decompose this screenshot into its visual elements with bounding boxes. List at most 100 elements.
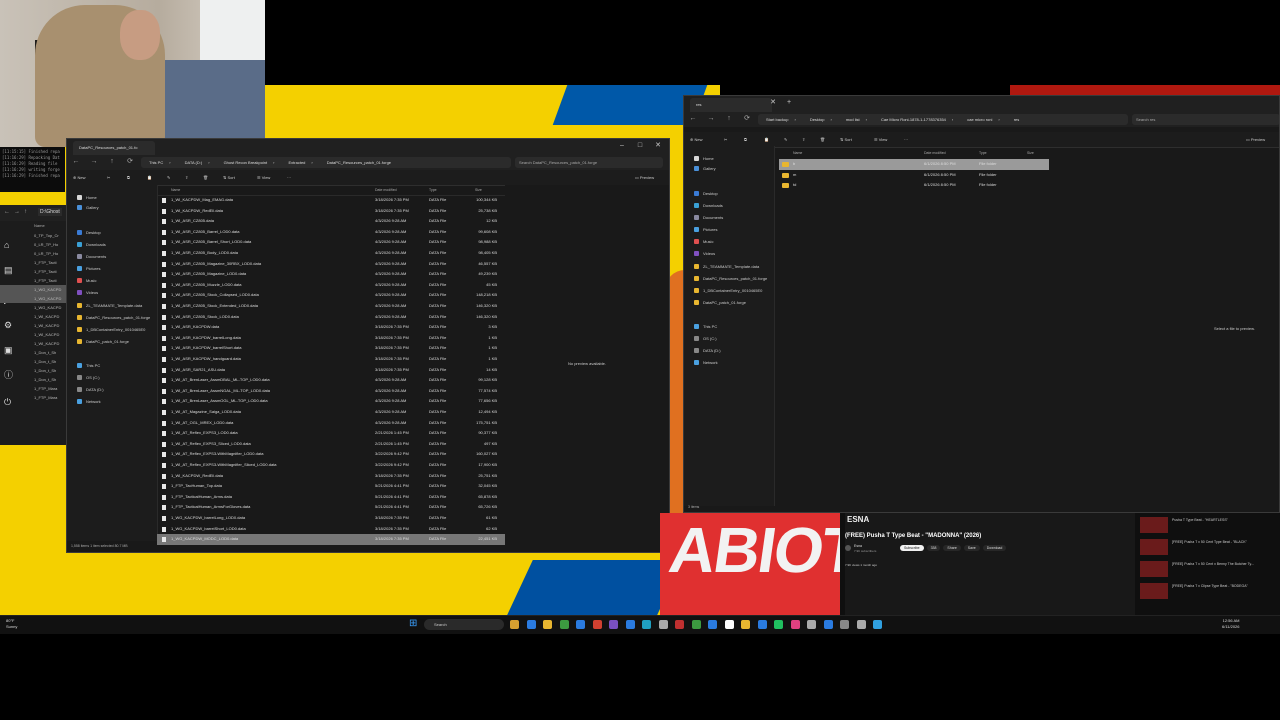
sidebar-item[interactable]: This PC (67, 361, 157, 371)
breadcrumb-item[interactable]: DataPC_Resources_patch_01.forge (327, 157, 391, 168)
app-icon[interactable] (823, 620, 833, 629)
view-button[interactable]: ☰ View (257, 173, 270, 182)
table-row[interactable]: 1_WI_ASR_CZ805_Magazine_LOD0.data 4/3/202… (157, 269, 505, 280)
table-row[interactable]: 1_WG_KACPDW_barrelShort_LOD0.data 3/18/20… (157, 524, 505, 535)
list-item[interactable]: 1_WI_KACPD (0, 330, 66, 339)
sidebar-item[interactable]: 1_DBContainerEntry_0010465E0 (67, 325, 157, 335)
breadcrumb[interactable]: This PC › DATA (D:) › Ghost Recon Breakpoint… (141, 157, 511, 168)
table-row[interactable]: 1_FTP_TacticalHuman_ArmsForGloves.data 5/… (157, 502, 505, 513)
list-item[interactable]: 1_Don_t_Sh (0, 348, 66, 357)
rename-icon[interactable]: ✎ (784, 135, 787, 144)
paste-icon[interactable]: 📋 (147, 173, 152, 182)
search-input[interactable]: Search DataPC_Resources_patch_01.forge (515, 157, 663, 168)
list-item[interactable]: 1_Don_t_Sh (0, 366, 66, 375)
column-name[interactable]: Name (34, 223, 45, 228)
column-date[interactable]: Date modified (924, 148, 946, 158)
breadcrumb-item[interactable]: This PC (149, 157, 163, 168)
column-size[interactable]: Size (1027, 148, 1034, 158)
list-item[interactable]: 1_WI_KACPD (0, 339, 66, 348)
app-icon[interactable] (856, 620, 866, 629)
app-icon[interactable] (543, 620, 552, 629)
suggested-video[interactable]: [FREE] Pusha T x Clipse Type Beat - "BOD… (1138, 581, 1278, 601)
breadcrumb-item[interactable]: Extracted (289, 157, 306, 168)
table-row[interactable]: 1_WI_AT_Reflex_EXPS3_Sliced_LOD0.data 2/2… (157, 439, 505, 450)
column-date[interactable]: Date modified (375, 185, 397, 195)
suggested-video[interactable]: [FREE] Pusha T x 50 Cent x Benny The But… (1138, 559, 1278, 579)
app-icon[interactable] (840, 620, 849, 629)
sidebar-item[interactable]: Home (67, 193, 157, 203)
sidebar-item[interactable]: DataPC_Resources_patch_01.forge (684, 274, 774, 284)
sidebar-item[interactable]: Downloads (67, 240, 157, 250)
sidebar-item[interactable]: Documents (684, 213, 774, 223)
preview-button[interactable]: ▭ Preview (635, 173, 654, 182)
app-icon[interactable] (576, 620, 585, 629)
app-icon[interactable] (609, 620, 618, 629)
app-icon[interactable] (526, 620, 536, 629)
clock[interactable]: 12:56 AM 6/11/2026 (1222, 618, 1240, 630)
sidebar-item[interactable]: OS (C:) (684, 334, 774, 344)
sidebar-item[interactable]: ZL_TEAMMATE_Template.data (684, 262, 774, 272)
copy-icon[interactable]: ⧉ (744, 135, 747, 144)
breadcrumb-item[interactable]: Cae Micro Roni-1878-1-1778376354 (881, 114, 946, 125)
sidebar-item[interactable]: Documents (67, 252, 157, 262)
forward-icon[interactable]: → (706, 114, 716, 124)
share-icon[interactable]: ⇪ (802, 135, 805, 144)
table-row[interactable]: 1_WI_AT_Reflex_EXPS3_LOD0.data 2/21/2026 … (157, 428, 505, 439)
refresh-icon[interactable]: ⟳ (742, 114, 752, 124)
table-row[interactable]: 1_WI_ASR_CZ805_Stock_Extended_LOD0.data 4… (157, 301, 505, 312)
sidebar-item[interactable]: 1_DBContainerEntry_0010465E0 (684, 286, 774, 296)
app-icon[interactable] (592, 620, 602, 629)
table-row[interactable]: 1_WG_KACPDW_barrelLong_LOD0.data 3/18/202… (157, 513, 505, 524)
main-file-explorer[interactable]: DataPC_Resources_patch_01.fo – □ ✕ ← → ↑… (66, 138, 670, 553)
table-row[interactable]: td 6/1/2026 8:50 PM File folder (779, 180, 1049, 191)
channel-name[interactable]: Esna (854, 544, 862, 548)
table-row[interactable]: 1_WI_ASR_SAR21_ASU.data 3/18/2026 7:35 PM… (157, 365, 505, 376)
table-row[interactable]: 1_WI_AT_Reflex_EXPS3-WithMagnifier_LOD0.… (157, 449, 505, 460)
sidebar-item[interactable]: Desktop (684, 189, 774, 199)
minimize-icon[interactable]: – (613, 139, 631, 153)
sidebar-item[interactable]: DataPC_Resources_patch_01.forge (67, 313, 157, 323)
table-row[interactable]: 1_WI_ASR_CZ805_Barrel_Short_LOD0.data 4/3… (157, 237, 505, 248)
list-item[interactable]: 1_FTP_Mara (0, 384, 66, 393)
sidebar-item[interactable]: DATA (D:) (684, 346, 774, 356)
yt-button[interactable]: Share (943, 545, 961, 551)
sort-button[interactable]: ⇅ Sort (840, 135, 852, 144)
table-row[interactable]: 1_FTP_TacticalHuman_Arms.data 5/21/2026 4… (157, 492, 505, 503)
table-row[interactable]: b 6/1/2026 8:50 PM File folder (779, 159, 1049, 170)
breadcrumb-item[interactable]: Start backup (766, 114, 788, 125)
windows-start-icon[interactable]: ⊞ (409, 619, 419, 629)
rename-icon[interactable]: ✎ (167, 173, 170, 182)
forward-icon[interactable]: → (14, 209, 20, 215)
weather-widget[interactable]: 80°F Sunny (6, 618, 17, 630)
breadcrumb-item[interactable]: res (1014, 114, 1020, 125)
list-item[interactable]: 1_FTP_Tacti (0, 276, 66, 285)
table-row[interactable]: 1_WI_ASR_KACPDW_handguard.data 3/18/2026 … (157, 354, 505, 365)
yt-button[interactable]: 338 (926, 545, 941, 551)
app-icon[interactable] (873, 620, 882, 629)
sort-button[interactable]: ⇅ Sort (223, 173, 235, 182)
app-icon[interactable] (510, 620, 519, 629)
column-type[interactable]: Type (979, 148, 987, 158)
table-row[interactable]: 1_WI_AT_BrenLaser_AssmNGAL_ML-TOP_LOD0.d… (157, 386, 505, 397)
share-icon[interactable]: ⇪ (185, 173, 188, 182)
list-item[interactable]: 1_WG_KACPD (0, 285, 66, 294)
column-name[interactable]: Name (793, 148, 802, 158)
suggested-video[interactable]: [FREE] Pusha T x 50 Cent Type Beat - "BL… (1138, 537, 1278, 557)
table-row[interactable]: 1_WI_ASR_KACPDW.data 3/18/2026 7:35 PM DAT… (157, 322, 505, 333)
list-item[interactable]: 0_TP_Top_Cr (0, 231, 66, 240)
paste-icon[interactable]: 📋 (764, 135, 769, 144)
table-row[interactable]: 1_WI_ASR_KACPDW_barrelShort.data 3/18/202… (157, 343, 505, 354)
sidebar-item[interactable]: ZL_TEAMMATE_Template.data (67, 301, 157, 311)
app-icon[interactable] (807, 620, 816, 629)
table-row[interactable]: 1_WI_ASR_CZ805_Barrel_LOD0.data 4/3/2026 … (157, 227, 505, 238)
sidebar-item[interactable]: Gallery (684, 164, 774, 174)
app-icon[interactable] (559, 620, 569, 629)
sidebar-item[interactable]: Videos (67, 288, 157, 298)
list-item[interactable]: 1_Don_t_Sh (0, 357, 66, 366)
sidebar-item[interactable]: DATA (D:) (67, 385, 157, 395)
list-item[interactable]: 1_FTP_Tacti (0, 267, 66, 276)
app-icon[interactable] (691, 620, 701, 629)
table-row[interactable]: 1_WI_ASR_CZ805_Magazine_30RBX_LOD0.data 4… (157, 259, 505, 270)
table-row[interactable]: 1_WI_AT_BrenLaser_AssmOGL_ML-TOP_LOD0.da… (157, 396, 505, 407)
search-input[interactable]: Search res (1132, 114, 1279, 125)
